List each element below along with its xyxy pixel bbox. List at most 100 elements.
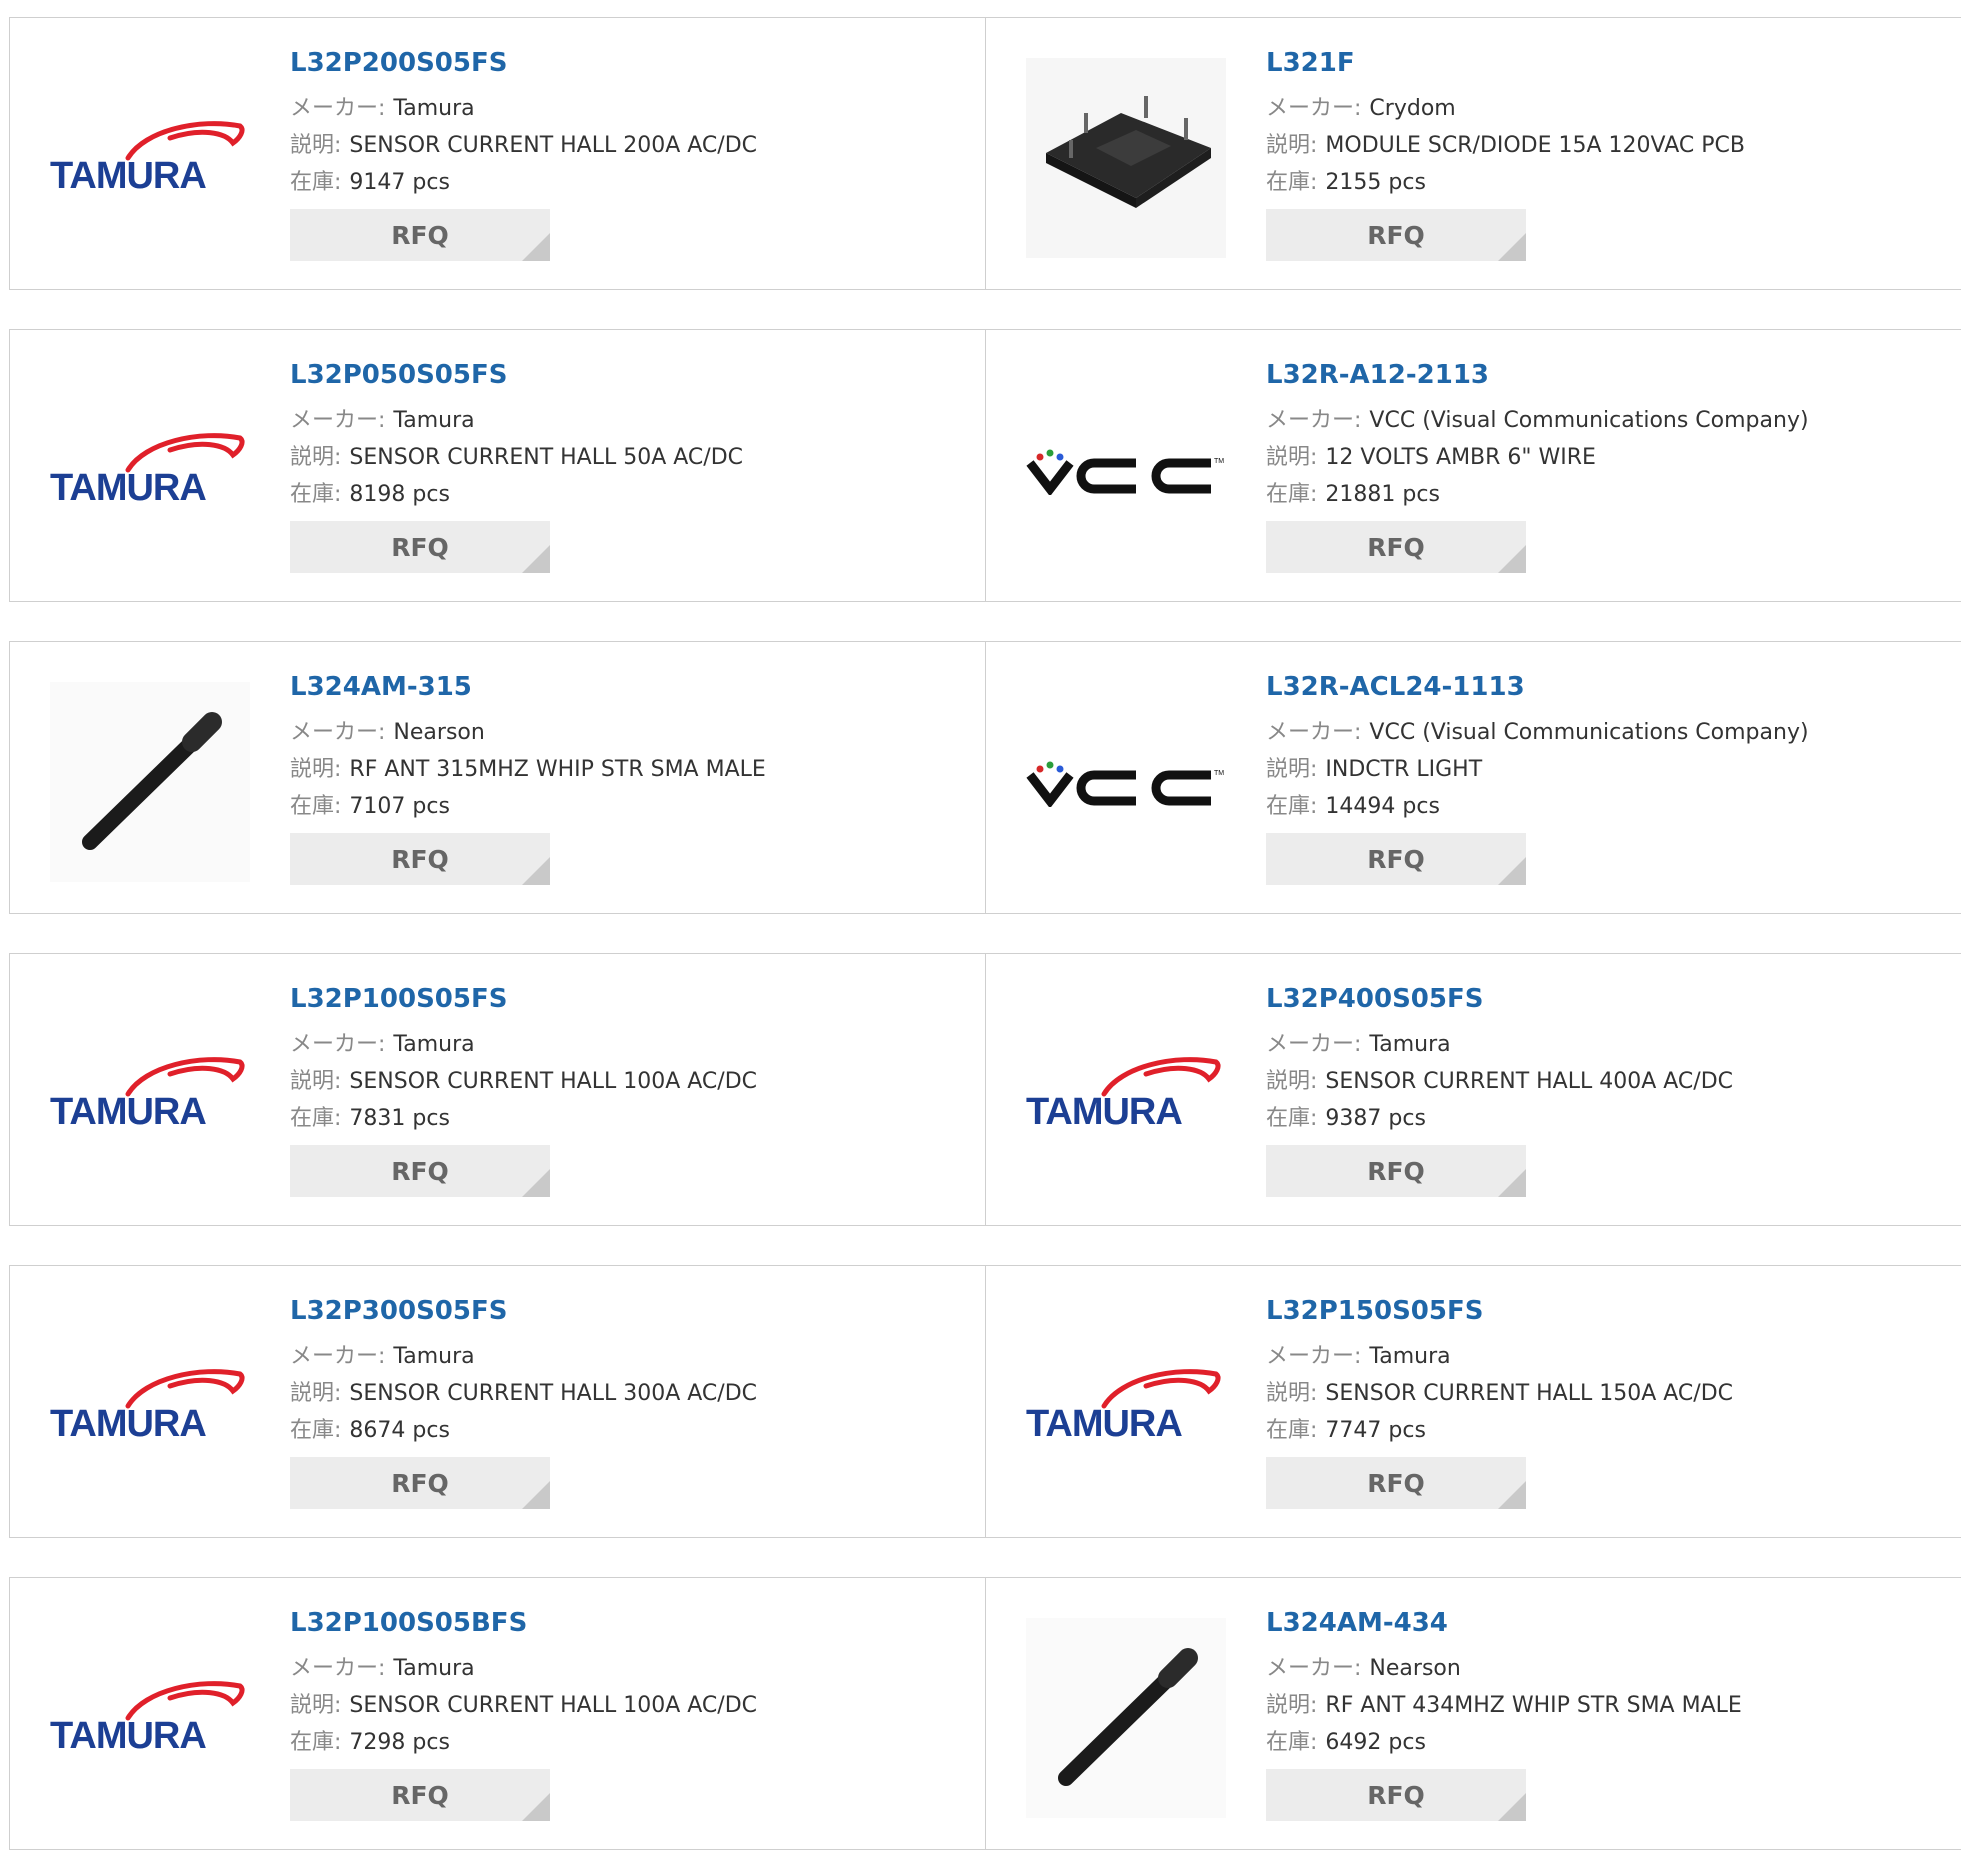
svg-text:TAMURA: TAMURA bbox=[50, 467, 206, 509]
product-image[interactable]: TAMURA bbox=[1026, 1306, 1226, 1506]
antenna-photo-icon bbox=[50, 682, 250, 882]
rfq-corner-decoration bbox=[1498, 233, 1526, 261]
description-value: SENSOR CURRENT HALL 400A AC/DC bbox=[1325, 1069, 1734, 1094]
rfq-button[interactable]: RFQ bbox=[1266, 1457, 1526, 1509]
stock-value: 2155 pcs bbox=[1325, 170, 1426, 195]
maker-label: メーカー: bbox=[290, 1032, 386, 1057]
part-number-link[interactable]: L32R-ACL24-1113 bbox=[1266, 670, 1958, 704]
part-number-link[interactable]: L32P300S05FS bbox=[290, 1294, 975, 1328]
description-label: 説明: bbox=[290, 133, 342, 158]
part-number-link[interactable]: L32P400S05FS bbox=[1266, 982, 1958, 1016]
part-number-link[interactable]: L32P100S05BFS bbox=[290, 1606, 975, 1640]
stock-line: 在庫: 8198 pcs bbox=[290, 476, 975, 513]
product-image[interactable] bbox=[1026, 58, 1226, 258]
product-card: TAMURA L32P150S05FS メーカー: Tamura 説明: SENSOR … bbox=[986, 1265, 1961, 1538]
stock-value: 9387 pcs bbox=[1325, 1106, 1426, 1131]
product-info: L32R-A12-2113 メーカー: VCC (Visual Communicat… bbox=[1266, 358, 1958, 573]
stock-value: 9147 pcs bbox=[349, 170, 450, 195]
description-label: 説明: bbox=[290, 1069, 342, 1094]
stock-value: 7831 pcs bbox=[349, 1106, 450, 1131]
rfq-label: RFQ bbox=[391, 1468, 449, 1498]
maker-value: VCC (Visual Communications Company) bbox=[1369, 720, 1809, 745]
part-number-link[interactable]: L324AM-434 bbox=[1266, 1606, 1958, 1640]
description-value: SENSOR CURRENT HALL 200A AC/DC bbox=[349, 133, 758, 158]
product-info: L32P400S05FS メーカー: Tamura 説明: SENSOR CURRENT… bbox=[1266, 982, 1958, 1197]
stock-value: 8674 pcs bbox=[349, 1418, 450, 1443]
description-label: 説明: bbox=[290, 757, 342, 782]
description-line: 説明: MODULE SCR/DIODE 15A 120VAC PCB bbox=[1266, 127, 1958, 164]
description-value: SENSOR CURRENT HALL 150A AC/DC bbox=[1325, 1381, 1734, 1406]
stock-label: 在庫: bbox=[1266, 170, 1318, 195]
rfq-corner-decoration bbox=[1498, 1481, 1526, 1509]
product-image[interactable] bbox=[50, 682, 250, 882]
description-label: 説明: bbox=[1266, 133, 1318, 158]
rfq-corner-decoration bbox=[522, 1169, 550, 1197]
part-number-link[interactable]: L32P050S05FS bbox=[290, 358, 975, 392]
maker-label: メーカー: bbox=[1266, 720, 1362, 745]
description-label: 説明: bbox=[1266, 757, 1318, 782]
product-image[interactable]: TAMURA bbox=[50, 1306, 250, 1506]
description-value: MODULE SCR/DIODE 15A 120VAC PCB bbox=[1325, 133, 1745, 158]
rfq-button[interactable]: RFQ bbox=[290, 209, 550, 261]
product-card: L324AM-315 メーカー: Nearson 説明: RF ANT 315MHZ W… bbox=[9, 641, 986, 914]
maker-label: メーカー: bbox=[290, 1656, 386, 1681]
tamura-logo-icon: TAMURA bbox=[50, 433, 245, 509]
product-image[interactable]: TM bbox=[1026, 682, 1226, 882]
part-number-link[interactable]: L32P100S05FS bbox=[290, 982, 975, 1016]
maker-label: メーカー: bbox=[290, 96, 386, 121]
maker-label: メーカー: bbox=[1266, 408, 1362, 433]
part-number-link[interactable]: L321F bbox=[1266, 46, 1958, 80]
rfq-corner-decoration bbox=[522, 545, 550, 573]
tamura-logo-icon: TAMURA bbox=[50, 1369, 245, 1445]
stock-value: 14494 pcs bbox=[1325, 794, 1440, 819]
part-number-link[interactable]: L32P150S05FS bbox=[1266, 1294, 1958, 1328]
rfq-corner-decoration bbox=[522, 1481, 550, 1509]
stock-value: 21881 pcs bbox=[1325, 482, 1440, 507]
product-image[interactable]: TAMURA bbox=[50, 58, 250, 258]
maker-value: Tamura bbox=[393, 96, 475, 121]
description-label: 説明: bbox=[1266, 445, 1318, 470]
rfq-label: RFQ bbox=[391, 532, 449, 562]
tamura-logo-icon: TAMURA bbox=[50, 121, 245, 197]
part-number-link[interactable]: L32P200S05FS bbox=[290, 46, 975, 80]
product-card: TAMURA L32P050S05FS メーカー: Tamura 説明: SENSOR … bbox=[9, 329, 986, 602]
product-image[interactable]: TAMURA bbox=[1026, 994, 1226, 1194]
rfq-button[interactable]: RFQ bbox=[1266, 833, 1526, 885]
maker-line: メーカー: Nearson bbox=[290, 714, 975, 751]
rfq-button[interactable]: RFQ bbox=[290, 1769, 550, 1821]
stock-label: 在庫: bbox=[290, 1730, 342, 1755]
maker-label: メーカー: bbox=[290, 408, 386, 433]
rfq-label: RFQ bbox=[1367, 1468, 1425, 1498]
description-label: 説明: bbox=[290, 1381, 342, 1406]
product-image[interactable]: TAMURA bbox=[50, 994, 250, 1194]
stock-value: 7298 pcs bbox=[349, 1730, 450, 1755]
stock-label: 在庫: bbox=[1266, 482, 1318, 507]
rfq-button[interactable]: RFQ bbox=[1266, 209, 1526, 261]
rfq-button[interactable]: RFQ bbox=[290, 521, 550, 573]
description-value: 12 VOLTS AMBR 6" WIRE bbox=[1325, 445, 1596, 470]
part-number-link[interactable]: L32R-A12-2113 bbox=[1266, 358, 1958, 392]
rfq-button[interactable]: RFQ bbox=[290, 833, 550, 885]
rfq-button[interactable]: RFQ bbox=[290, 1457, 550, 1509]
part-number-link[interactable]: L324AM-315 bbox=[290, 670, 975, 704]
description-value: RF ANT 434MHZ WHIP STR SMA MALE bbox=[1325, 1693, 1742, 1718]
rfq-button[interactable]: RFQ bbox=[290, 1145, 550, 1197]
description-value: SENSOR CURRENT HALL 50A AC/DC bbox=[349, 445, 744, 470]
description-value: INDCTR LIGHT bbox=[1325, 757, 1483, 782]
product-image[interactable] bbox=[1026, 1618, 1226, 1818]
product-image[interactable]: TAMURA bbox=[50, 1618, 250, 1818]
maker-line: メーカー: Tamura bbox=[290, 1650, 975, 1687]
description-line: 説明: SENSOR CURRENT HALL 300A AC/DC bbox=[290, 1375, 975, 1412]
maker-line: メーカー: Tamura bbox=[290, 402, 975, 439]
stock-label: 在庫: bbox=[1266, 1106, 1318, 1131]
rfq-button[interactable]: RFQ bbox=[1266, 1769, 1526, 1821]
rfq-button[interactable]: RFQ bbox=[1266, 1145, 1526, 1197]
svg-text:TM: TM bbox=[1214, 458, 1224, 465]
product-image[interactable]: TM bbox=[1026, 370, 1226, 570]
stock-label: 在庫: bbox=[1266, 1730, 1318, 1755]
product-card: TAMURA L32P100S05FS メーカー: Tamura 説明: SENSOR … bbox=[9, 953, 986, 1226]
stock-line: 在庫: 2155 pcs bbox=[1266, 164, 1958, 201]
description-line: 説明: RF ANT 434MHZ WHIP STR SMA MALE bbox=[1266, 1687, 1958, 1724]
rfq-button[interactable]: RFQ bbox=[1266, 521, 1526, 573]
product-image[interactable]: TAMURA bbox=[50, 370, 250, 570]
